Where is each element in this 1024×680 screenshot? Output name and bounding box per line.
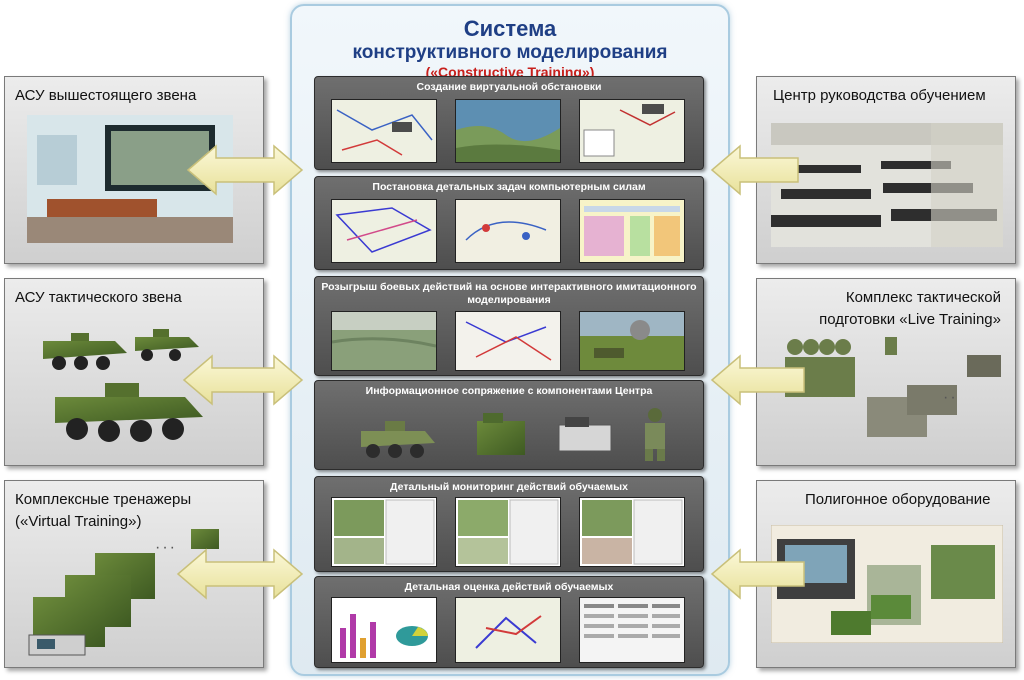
stage-detailed-assessment: Детальная оценка действий обучаемых <box>314 576 704 668</box>
monitoring-screen-thumbnail <box>331 497 437 567</box>
simulator-cabins-image <box>28 553 155 656</box>
box-label-line2: подготовки «Live Training» <box>819 311 1001 328</box>
armored-vehicle-icon <box>361 421 435 458</box>
double-arrow-left-bottom <box>176 548 304 600</box>
ellipsis-dots: ··· <box>155 539 177 556</box>
stage-detailed-monitoring: Детальный мониторинг действий обучаемых <box>314 476 704 572</box>
control-center-photo <box>771 123 1003 247</box>
stage-combat-simulation: Розыгрыш боевых действий на основе интер… <box>314 276 704 376</box>
assessment-map-thumbnail <box>455 597 561 663</box>
stage-label: Создание виртуальной обстановки <box>416 81 602 93</box>
soldier-icon <box>645 408 665 461</box>
training-equipment-icon <box>558 417 612 452</box>
assessment-table-thumbnail <box>579 597 685 663</box>
ellipsis-dots: ·· <box>943 389 958 406</box>
stage-tasking-computer-forces: Постановка детальных задач компьютерным … <box>314 176 704 270</box>
tactical-map-thumbnail <box>331 99 437 163</box>
box-label: Центр руководства обучением <box>773 87 986 104</box>
monitoring-screen-thumbnail <box>579 497 685 567</box>
system-subtitle: конструктивного моделирования <box>352 42 668 63</box>
stage-label: Детальный мониторинг действий обучаемых <box>390 481 628 493</box>
3d-terrain-thumbnail <box>331 311 437 371</box>
planning-map-thumbnail <box>455 199 561 263</box>
single-arrow-right-middle <box>710 354 805 406</box>
battle-map-thumbnail <box>455 311 561 371</box>
task-table-thumbnail <box>579 199 685 263</box>
operational-map-thumbnail <box>579 99 685 163</box>
route-map-thumbnail <box>331 199 437 263</box>
stage-information-interface: Информационное сопряжение с компонентами… <box>314 380 704 470</box>
stage-label: Детальная оценка действий обучаемых <box>404 581 614 593</box>
stage-label: Постановка детальных задач компьютерным … <box>372 181 646 193</box>
assessment-chart-thumbnail <box>331 597 437 663</box>
system-title: Система <box>463 16 557 41</box>
box-label-line1: Комплексные тренажеры <box>15 491 192 508</box>
double-arrow-left-top <box>186 144 304 196</box>
box-label: АСУ тактического звена <box>15 289 182 306</box>
stage-label: Розыгрыш боевых действий на основе интер… <box>321 281 697 306</box>
battle-scene-thumbnail <box>579 311 685 371</box>
stage-label: Информационное сопряжение с компонентами… <box>365 385 653 397</box>
stage-virtual-environment: Создание виртуальной обстановки <box>314 76 704 170</box>
box-label: АСУ вышестоящего звена <box>15 87 197 104</box>
simulator-cabin-icon <box>477 413 525 455</box>
single-arrow-right-bottom <box>710 548 805 600</box>
single-arrow-right-top <box>710 144 799 196</box>
monitoring-screen-thumbnail <box>455 497 561 567</box>
box-label-line1: Комплекс тактической <box>845 289 1001 306</box>
box-label: Полигонное оборудование <box>805 491 991 508</box>
satellite-terrain-thumbnail <box>455 99 561 163</box>
box-label-line2: («Virtual Training») <box>15 513 142 530</box>
double-arrow-left-middle <box>182 354 304 406</box>
